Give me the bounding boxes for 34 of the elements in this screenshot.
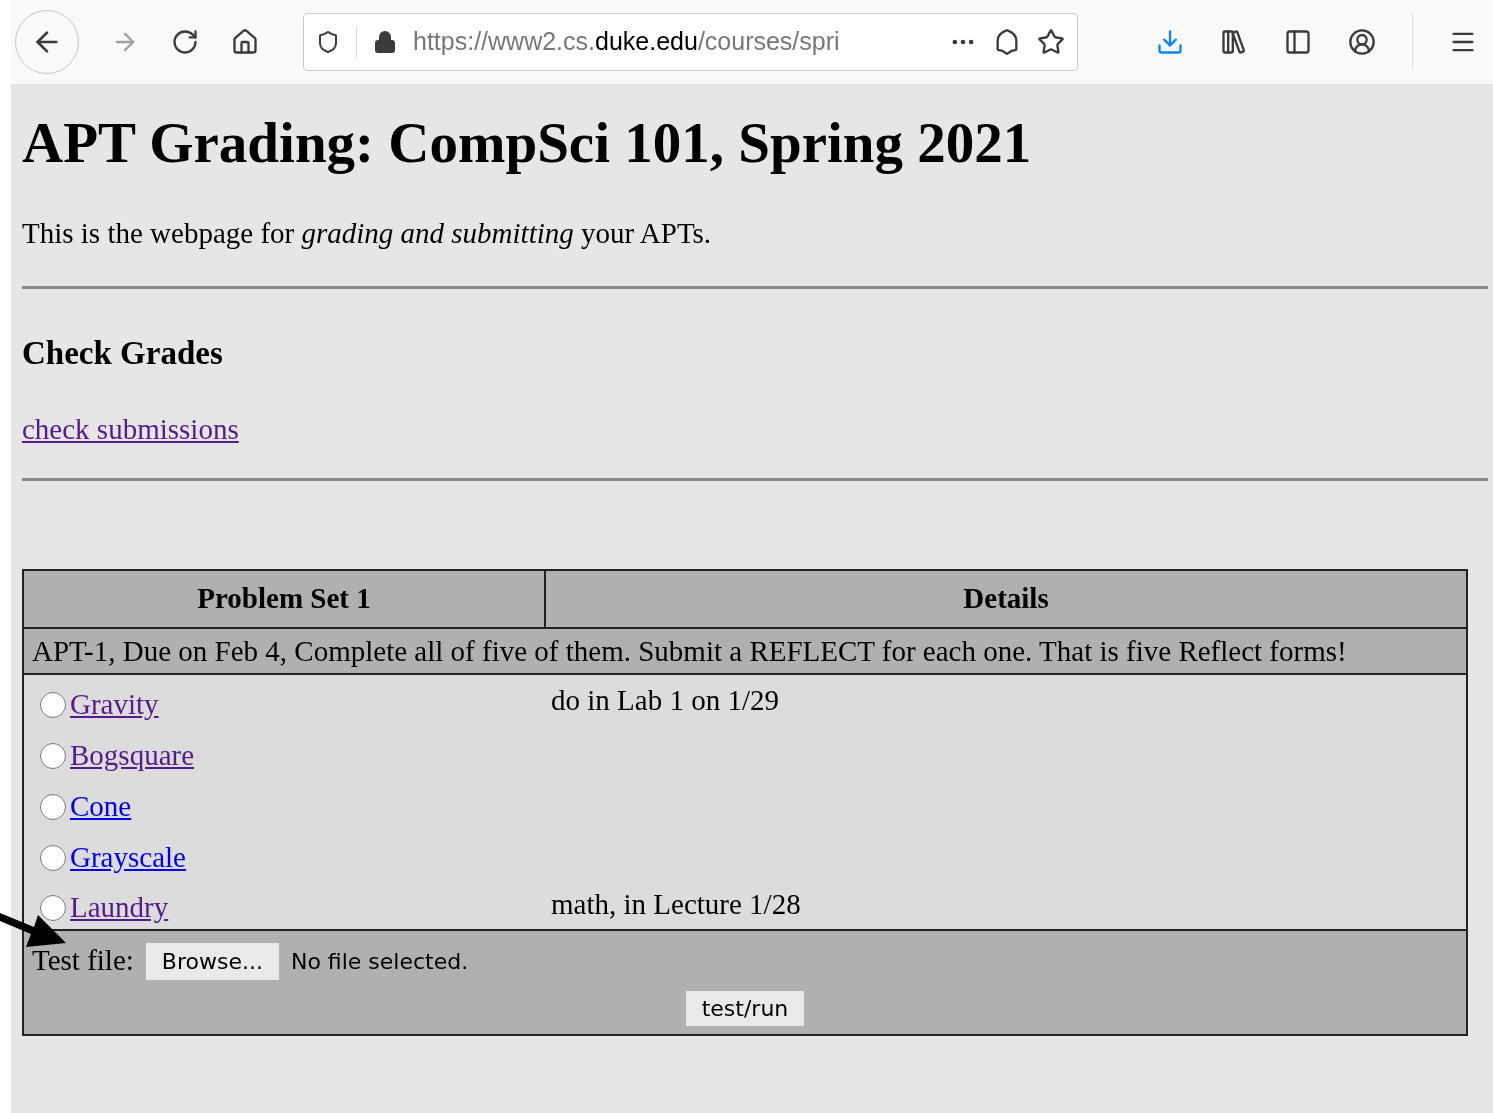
star-icon[interactable] — [1037, 28, 1065, 56]
section-title: Check Grades — [22, 333, 224, 373]
radio-button[interactable] — [40, 691, 66, 718]
url-text: https://www2.cs.duke.edu/courses/spri — [413, 26, 841, 58]
description-cell: APT-1, Due on Feb 4, Complete all of five of them. Submit a REFLECT for each one. That is five Reflect forms! — [23, 627, 1467, 674]
address-bar[interactable]: https://www2.cs.duke.edu/courses/spri — [303, 13, 1078, 71]
download-icon[interactable] — [1156, 28, 1184, 56]
problem-link[interactable]: Bogsquare — [70, 733, 195, 778]
library-icon[interactable] — [1220, 28, 1248, 56]
lock-icon — [373, 30, 397, 54]
radio-button[interactable] — [40, 793, 66, 820]
reload-icon[interactable] — [171, 28, 199, 56]
page-title: APT Grading: CompSci 101, Spring 2021 — [22, 110, 1033, 176]
radio-button[interactable] — [40, 844, 66, 871]
test-file-label: Test file: — [32, 943, 134, 979]
account-icon[interactable] — [1348, 28, 1376, 56]
shield-icon[interactable] — [316, 30, 340, 54]
column-header: Problem Set 1 — [23, 569, 545, 628]
test-run-button[interactable]: test/run — [685, 990, 805, 1026]
home-icon[interactable] — [231, 28, 259, 56]
problem-link[interactable]: Laundry — [70, 885, 169, 930]
radio-button[interactable] — [40, 742, 66, 769]
file-status-text: No file selected. — [290, 947, 469, 976]
problem-link[interactable]: Cone — [70, 784, 132, 829]
details-text: math, in Lecture 1/28 — [551, 888, 801, 921]
intro-text: This is the webpage for grading and submitting your APTs. — [22, 216, 713, 252]
check-submissions-link[interactable]: check submissions — [22, 408, 239, 452]
radio-button[interactable] — [40, 894, 66, 921]
sidebar-icon[interactable] — [1284, 28, 1312, 56]
details-text: do in Lab 1 on 1/29 — [551, 683, 779, 716]
problem-link[interactable]: Grayscale — [70, 835, 186, 880]
browse-button[interactable]: Browse... — [145, 942, 279, 980]
problem-link[interactable]: Gravity — [70, 682, 159, 727]
column-header: Details — [545, 569, 1467, 628]
